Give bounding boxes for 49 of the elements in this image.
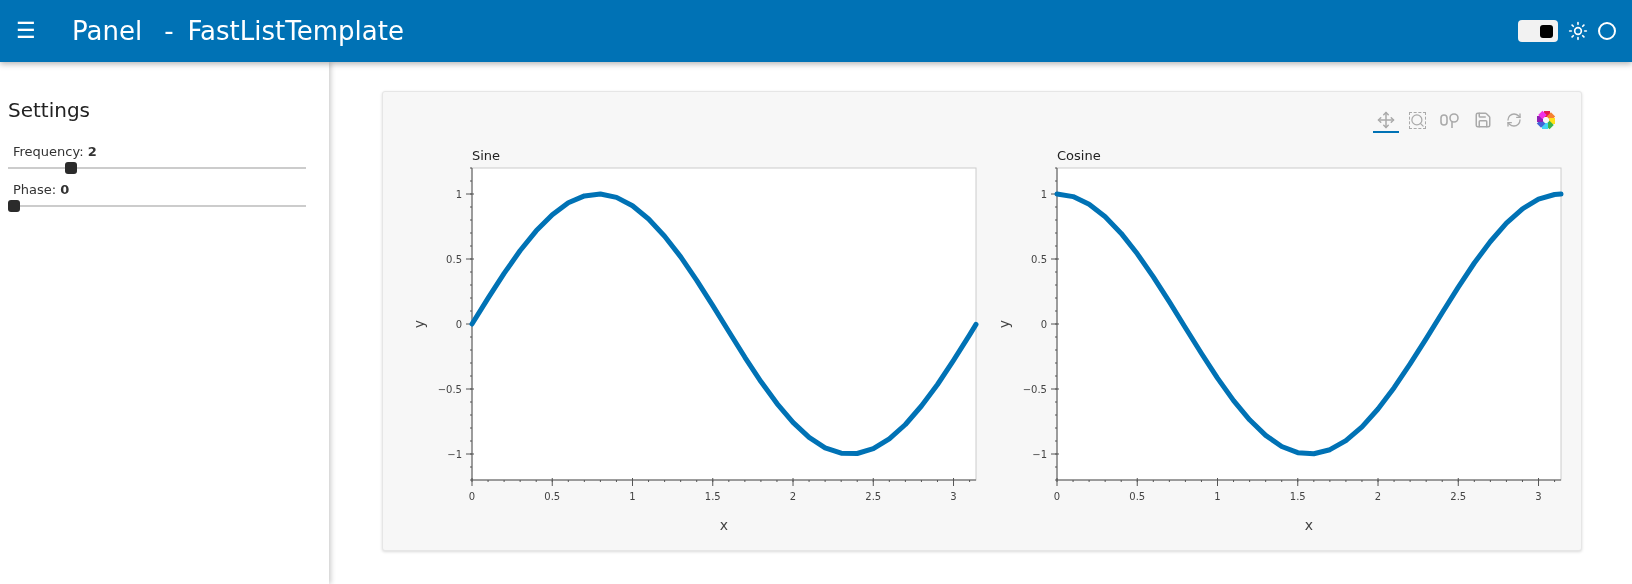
chart-title: Sine [472,148,501,163]
x-tick-label: 1 [629,491,636,502]
x-tick-label: 1.5 [704,491,721,502]
y-tick-label: 1 [455,189,462,200]
slider-thumb[interactable] [8,200,20,212]
x-axis-label: x [719,517,729,533]
menu-button[interactable]: ☰ [16,18,36,44]
x-tick-label: 3 [950,491,957,502]
title-separator: - [164,16,174,46]
x-tick-label: 0 [1053,491,1061,502]
reset-icon [1506,112,1522,128]
y-tick-label: 0 [455,319,462,330]
x-tick-label: 1 [1214,491,1221,502]
x-tick-label: 2 [789,491,797,502]
slider-label: Phase: 0 [13,182,71,197]
circle-icon [1598,22,1616,40]
y-tick-label: 1 [1040,189,1047,200]
x-tick-label: 3 [1535,491,1542,502]
box-zoom-icon [1409,111,1426,129]
slider-label: Frequency: 2 [13,144,98,159]
y-tick-label: 0.5 [446,254,462,265]
pan-icon [1377,111,1395,129]
x-tick-label: 2 [1374,491,1382,502]
theme-toggle[interactable] [1518,20,1558,42]
x-axis-label: x [1304,517,1314,533]
y-tick-label: 0.5 [1031,254,1047,265]
x-tick-label: 2.5 [865,491,882,502]
app-title: Panel [72,16,143,46]
wheel-zoom-icon [1440,111,1460,129]
y-tick-label: 0 [1040,319,1047,330]
save-icon [1474,111,1492,129]
logo-icon [1536,110,1556,130]
y-axis-label: y [411,319,427,329]
sun-icon [1568,21,1588,41]
y-axis-label: y [996,319,1012,329]
y-tick-label: −0.5 [1022,384,1047,395]
sidebar-title: Settings [8,98,92,122]
x-tick-label: 2.5 [1450,491,1467,502]
toolbar-button[interactable] [1373,109,1399,133]
y-tick-label: −0.5 [437,384,462,395]
y-tick-label: −1 [1032,449,1047,460]
template-name: FastListTemplate [187,16,404,46]
x-tick-label: 0.5 [1129,491,1146,502]
chart-title: Cosine [1057,148,1101,163]
x-tick-label: 0 [468,491,476,502]
slider-thumb[interactable] [65,162,78,174]
x-tick-label: 0.5 [544,491,561,502]
y-tick-label: −1 [447,449,462,460]
x-tick-label: 1.5 [1289,491,1306,502]
